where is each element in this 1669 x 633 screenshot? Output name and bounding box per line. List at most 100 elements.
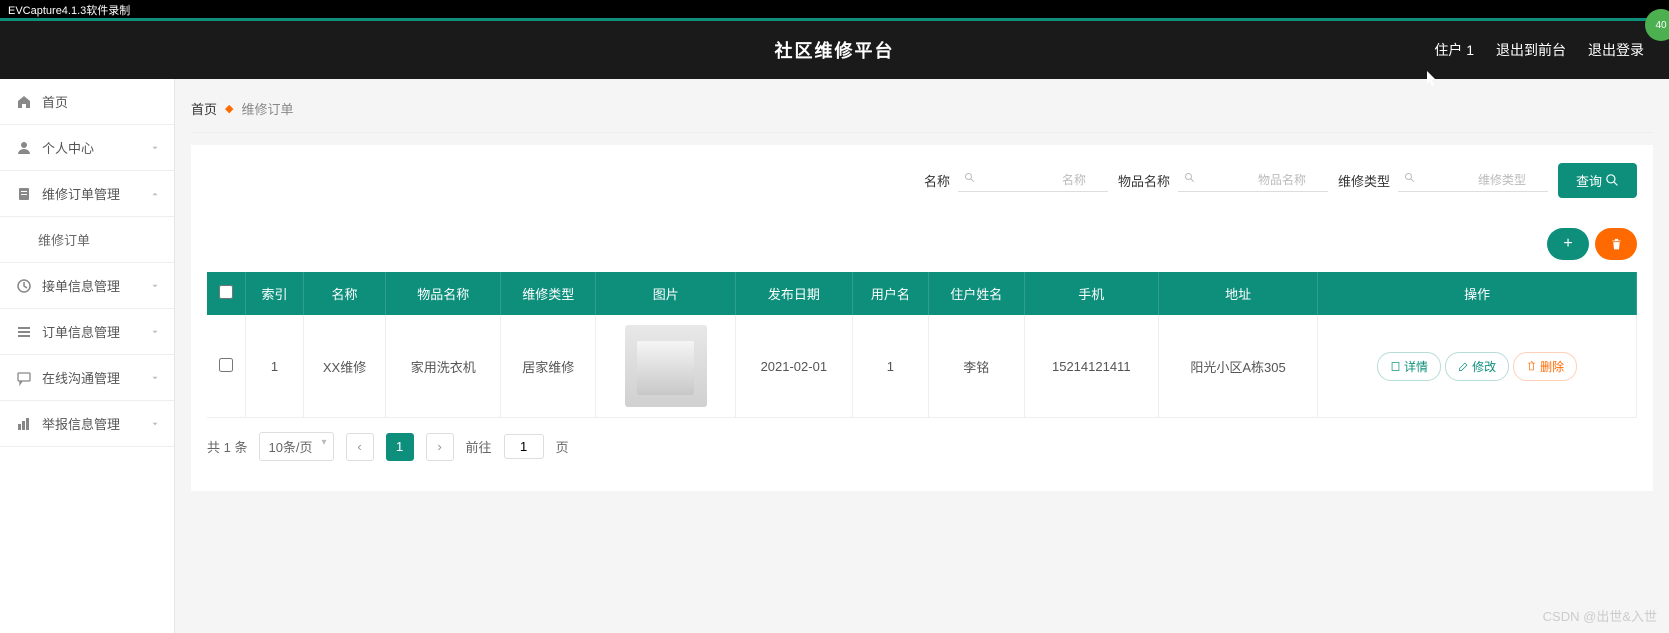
- doc-icon: [1390, 361, 1401, 372]
- col-header-4: 维修类型: [500, 272, 595, 315]
- breadcrumb-sep-icon: ◆: [225, 102, 233, 115]
- detail-button[interactable]: 详情: [1377, 352, 1441, 381]
- sidebar-label: 维修订单: [38, 230, 90, 249]
- add-button[interactable]: +: [1547, 228, 1589, 260]
- sidebar-label: 订单信息管理: [42, 322, 120, 341]
- select-all-checkbox[interactable]: [219, 285, 233, 299]
- search-icon: [1404, 172, 1416, 184]
- col-header-8: 住户姓名: [929, 272, 1024, 315]
- cell-type: 居家维修: [500, 315, 595, 418]
- table-row: 1XX维修家用洗衣机居家维修2021-02-011李铭15214121411阳光…: [207, 315, 1637, 418]
- table-container: 索引名称物品名称维修类型图片发布日期用户名住户姓名手机地址操作 1XX维修家用洗…: [191, 272, 1653, 491]
- header: 社区维修平台 住户 1 退出到前台 退出登录 40: [0, 21, 1669, 79]
- pagination: 共 1 条 10条/页 ‹ 1 › 前往 页: [207, 418, 1637, 475]
- chevron-down-icon: [150, 327, 160, 337]
- action-bar: +: [191, 216, 1653, 272]
- chevron-up-icon: [150, 189, 160, 199]
- cell-user: 1: [852, 315, 928, 418]
- sidebar-item-5[interactable]: 订单信息管理: [0, 309, 174, 355]
- cell-ops: 详情修改删除: [1318, 315, 1637, 418]
- col-header-0: [207, 272, 246, 315]
- query-button-label: 查询: [1576, 171, 1602, 190]
- sidebar-label: 在线沟通管理: [42, 368, 120, 387]
- search-icon: [1184, 172, 1196, 184]
- home-icon: [16, 94, 32, 110]
- filter-input-0[interactable]: [958, 169, 1108, 192]
- filter-bar: 名称 物品名称 维修类型 查询: [191, 145, 1653, 216]
- cell-image: [596, 315, 736, 418]
- sidebar-label: 举报信息管理: [42, 414, 120, 433]
- col-header-2: 名称: [303, 272, 386, 315]
- avatar-badge: 40: [1645, 9, 1669, 41]
- sidebar-item-3[interactable]: 维修订单: [0, 217, 174, 263]
- logout-front-link[interactable]: 退出到前台: [1496, 40, 1566, 60]
- data-table: 索引名称物品名称维修类型图片发布日期用户名住户姓名手机地址操作 1XX维修家用洗…: [207, 272, 1637, 418]
- trash-icon: [1526, 361, 1537, 372]
- sidebar-item-1[interactable]: 个人中心: [0, 125, 174, 171]
- sidebar-label: 个人中心: [42, 138, 94, 157]
- user-icon: [16, 140, 32, 156]
- sidebar-label: 维修订单管理: [42, 184, 120, 203]
- chevron-down-icon: [150, 419, 160, 429]
- window-titlebar: EVCapture4.1.3软件录制: [0, 0, 1669, 18]
- next-page-button[interactable]: ›: [426, 433, 454, 461]
- chart-icon: [16, 416, 32, 432]
- col-header-9: 手机: [1024, 272, 1158, 315]
- cell-date: 2021-02-01: [735, 315, 852, 418]
- cell-phone: 15214121411: [1024, 315, 1158, 418]
- logout-link[interactable]: 退出登录: [1588, 40, 1644, 60]
- cell-index: 1: [246, 315, 303, 418]
- sidebar-label: 接单信息管理: [42, 276, 120, 295]
- sidebar-item-0[interactable]: 首页: [0, 79, 174, 125]
- watermark: CSDN @出世&入世: [1543, 606, 1657, 625]
- col-header-5: 图片: [596, 272, 736, 315]
- cell-name: XX维修: [303, 315, 386, 418]
- prev-page-button[interactable]: ‹: [346, 433, 374, 461]
- breadcrumb-home[interactable]: 首页: [191, 99, 217, 118]
- sidebar-label: 首页: [42, 92, 68, 111]
- sidebar: 首页个人中心维修订单管理维修订单接单信息管理订单信息管理在线沟通管理举报信息管理: [0, 79, 175, 633]
- user-label[interactable]: 住户 1: [1434, 40, 1474, 60]
- col-header-3: 物品名称: [386, 272, 501, 315]
- product-image: [625, 325, 707, 407]
- goto-page-input[interactable]: [504, 434, 544, 459]
- order-icon: [16, 186, 32, 202]
- page-1-button[interactable]: 1: [386, 433, 414, 461]
- search-icon: [964, 172, 976, 184]
- filter-group-0: 名称: [924, 169, 1108, 192]
- chevron-down-icon: [150, 281, 160, 291]
- search-icon: [1606, 174, 1619, 187]
- sidebar-item-6[interactable]: 在线沟通管理: [0, 355, 174, 401]
- filter-group-2: 维修类型: [1338, 169, 1548, 192]
- sidebar-item-4[interactable]: 接单信息管理: [0, 263, 174, 309]
- breadcrumb: 首页 ◆ 维修订单: [191, 91, 1653, 133]
- page-size-select[interactable]: 10条/页: [259, 432, 333, 461]
- list-icon: [16, 324, 32, 340]
- col-header-11: 操作: [1318, 272, 1637, 315]
- bulk-delete-button[interactable]: [1595, 228, 1637, 260]
- col-header-6: 发布日期: [735, 272, 852, 315]
- edit-button[interactable]: 修改: [1445, 352, 1509, 381]
- col-header-1: 索引: [246, 272, 303, 315]
- query-button[interactable]: 查询: [1558, 163, 1637, 198]
- filter-input-1[interactable]: [1178, 169, 1328, 192]
- goto-prefix: 前往: [466, 437, 492, 456]
- filter-label: 维修类型: [1338, 171, 1390, 190]
- filter-label: 名称: [924, 171, 950, 190]
- delete-button[interactable]: 删除: [1513, 352, 1577, 381]
- filter-input-2[interactable]: [1398, 169, 1548, 192]
- sidebar-item-7[interactable]: 举报信息管理: [0, 401, 174, 447]
- chevron-down-icon: [150, 373, 160, 383]
- clock-icon: [16, 278, 32, 294]
- app-title: 社区维修平台: [775, 37, 895, 63]
- trash-icon: [1610, 238, 1623, 251]
- chat-icon: [16, 370, 32, 386]
- sidebar-item-2[interactable]: 维修订单管理: [0, 171, 174, 217]
- filter-group-1: 物品名称: [1118, 169, 1328, 192]
- row-checkbox[interactable]: [219, 358, 233, 372]
- breadcrumb-current: 维修订单: [241, 99, 293, 118]
- col-header-10: 地址: [1159, 272, 1318, 315]
- filter-label: 物品名称: [1118, 171, 1170, 190]
- cell-resident: 李铭: [929, 315, 1024, 418]
- cell-address: 阳光小区A栋305: [1159, 315, 1318, 418]
